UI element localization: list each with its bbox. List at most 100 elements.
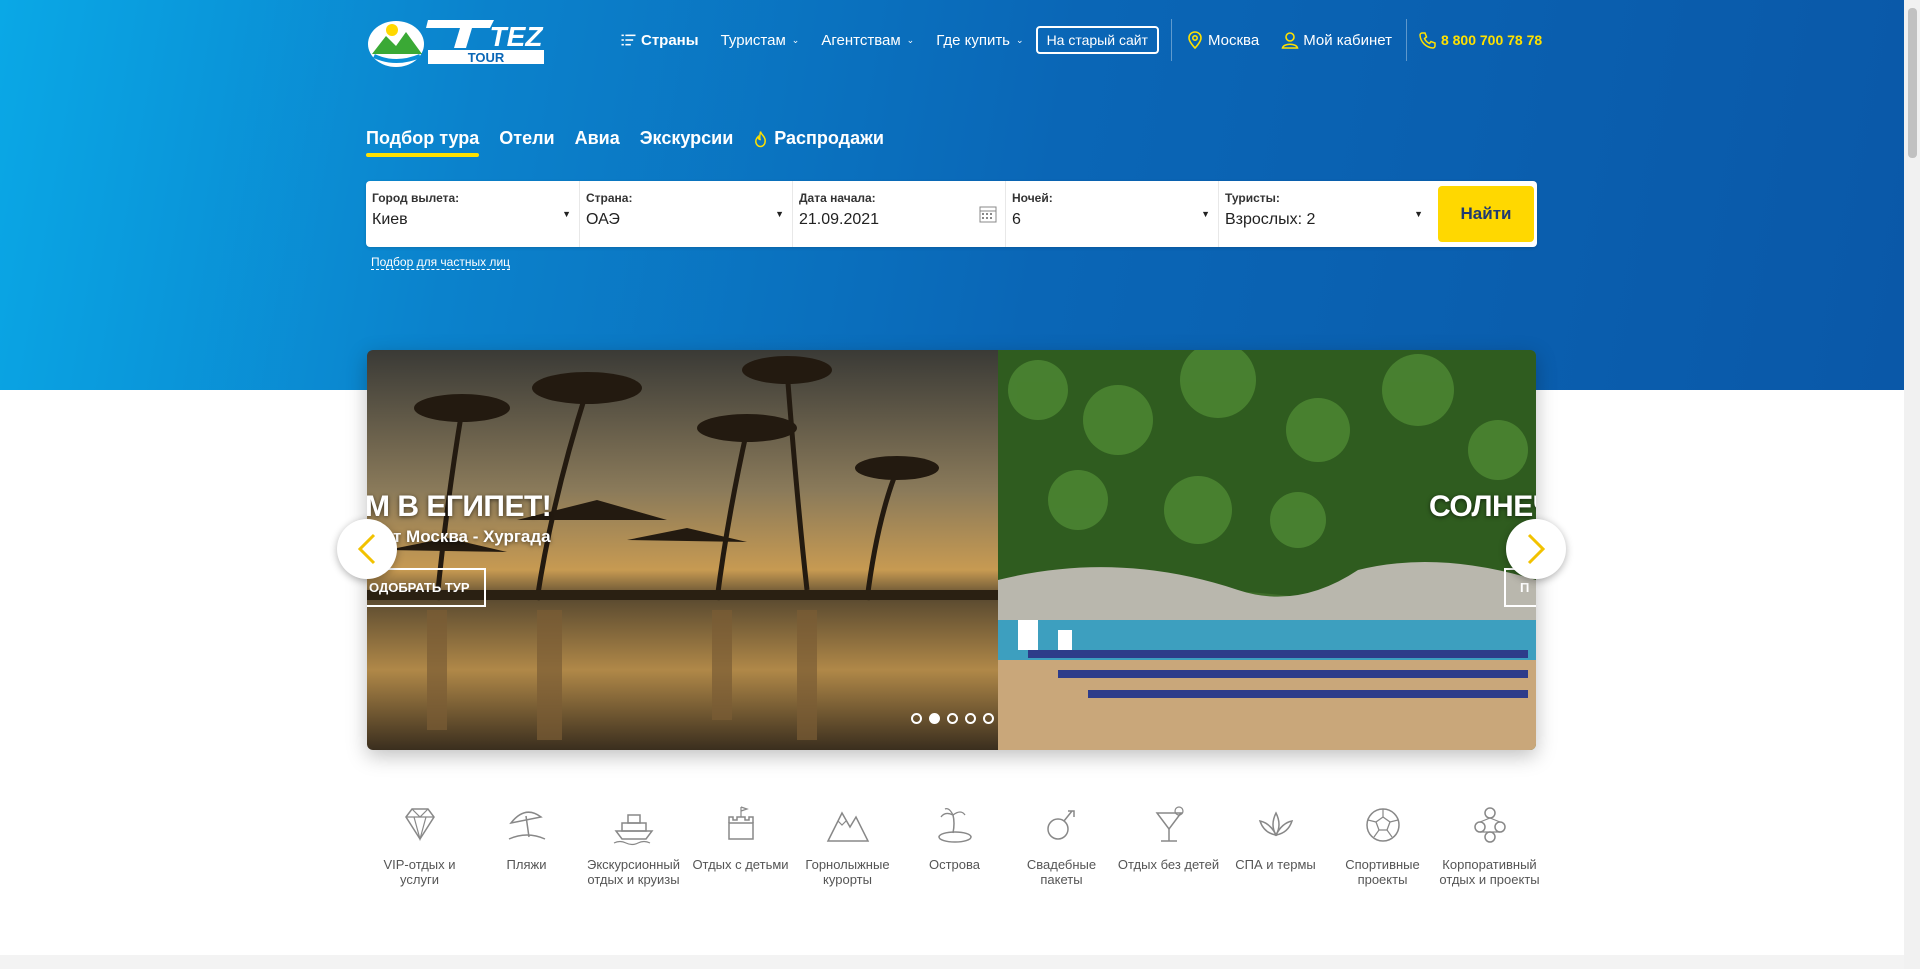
tour-search-form: Город вылета: Киев ▼ Страна: ОАЭ ▼ Дата … <box>366 181 1537 247</box>
caret-down-icon: ▼ <box>1201 209 1210 219</box>
country-select[interactable]: Страна: ОАЭ ▼ <box>579 181 792 247</box>
tourists-select[interactable]: Туристы: Взрослых: 2 ▼ <box>1218 181 1431 247</box>
category-vip[interactable]: VIP-отдых и услуги <box>366 803 473 887</box>
phone-number: 8 800 700 78 78 <box>1440 32 1543 48</box>
field-value: Киев <box>372 211 408 228</box>
category-label: Спортивные проекты <box>1345 857 1420 887</box>
location-pin-icon <box>1188 31 1202 49</box>
category-corporate[interactable]: Корпоративный отдых и проекты <box>1436 803 1543 887</box>
main-nav: Страны Туристам ⌄ Агентствам ⌄ Где купит… <box>620 19 1542 61</box>
nav-tourists[interactable]: Туристам ⌄ <box>721 32 800 49</box>
old-site-button[interactable]: На старый сайт <box>1035 26 1159 54</box>
category-label: Острова <box>928 857 981 872</box>
departure-city-select[interactable]: Город вылета: Киев ▼ <box>366 181 579 247</box>
field-label: Ночей: <box>1012 191 1053 205</box>
category-no-kids[interactable]: Отдых без детей <box>1115 803 1222 887</box>
slider-dot[interactable] <box>983 713 994 724</box>
divider <box>1170 19 1172 61</box>
nav-countries[interactable]: Страны <box>620 32 699 49</box>
field-label: Страна: <box>586 191 633 205</box>
svg-text:TEZ: TEZ <box>490 21 544 52</box>
category-excursions-cruises[interactable]: Экскурсионный отдых и круизы <box>580 803 687 887</box>
search-tabs: Подбор тура Отели Авиа Экскурсии Распрод… <box>366 128 884 157</box>
field-value: Взрослых: 2 <box>1225 211 1316 228</box>
slide-egypt[interactable]: М В ЕГИПЕТ! т Москва - Хургада ОДОБРАТЬ … <box>367 350 998 750</box>
slide-title: М В ЕГИПЕТ! <box>367 490 552 523</box>
chevron-down-icon: ⌄ <box>906 34 915 45</box>
phone-link[interactable]: 8 800 700 78 78 <box>1419 31 1542 49</box>
field-label: Город вылета: <box>372 191 460 205</box>
category-kids[interactable]: Отдых с детьми <box>687 803 794 887</box>
my-cabinet-link[interactable]: Мой кабинет <box>1281 31 1392 49</box>
chevron-right-icon <box>1527 533 1546 565</box>
tab-sales-label: Распродажи <box>774 128 884 148</box>
tab-avia[interactable]: Авиа <box>575 128 620 157</box>
caret-down-icon: ▼ <box>775 209 784 219</box>
slider-dots <box>911 713 994 724</box>
slider-dot[interactable] <box>947 713 958 724</box>
caret-down-icon: ▼ <box>1414 209 1423 219</box>
category-label: СПА и термы <box>1235 857 1316 872</box>
slide-select-tour-button[interactable]: ОДОБРАТЬ ТУР <box>367 568 486 607</box>
tab-tour-search[interactable]: Подбор тура <box>366 128 480 157</box>
category-spa[interactable]: СПА и термы <box>1222 803 1329 887</box>
caret-down-icon: ▼ <box>562 209 571 219</box>
tab-sales[interactable]: Распродажи <box>753 128 884 157</box>
category-wedding[interactable]: Свадебные пакеты <box>1008 803 1115 887</box>
categories-row: VIP-отдых и услуги Пляжи Экскурсионный о… <box>366 803 1543 887</box>
cocktail-icon <box>1155 806 1184 842</box>
category-label: Горнолыжные курорты <box>805 857 890 887</box>
svg-text:TOUR: TOUR <box>468 50 505 65</box>
scrollbar-thumb[interactable] <box>1908 8 1917 158</box>
slider-dot[interactable] <box>965 713 976 724</box>
slider-next-button[interactable] <box>1506 519 1566 579</box>
category-beaches[interactable]: Пляжи <box>473 803 580 887</box>
chevron-left-icon <box>357 533 376 565</box>
calendar-icon[interactable] <box>979 205 997 223</box>
slider-dot[interactable] <box>929 713 940 724</box>
nav-where-to-buy[interactable]: Где купить ⌄ <box>936 32 1023 49</box>
phone-icon <box>1419 32 1436 49</box>
lotus-icon <box>1258 811 1293 837</box>
wedding-icon <box>1046 810 1075 840</box>
slide-beach-image <box>998 350 1536 750</box>
field-value: 21.09.2021 <box>799 211 880 228</box>
nav-agencies-label: Агентствам <box>821 31 901 49</box>
my-cabinet-label: Мой кабинет <box>1303 31 1392 49</box>
diamond-icon <box>404 808 435 842</box>
sandcastle-icon <box>727 806 754 840</box>
nav-countries-label: Страны <box>641 31 699 49</box>
start-date-field[interactable]: Дата начала: 21.09.2021 <box>792 181 1005 247</box>
mountains-icon <box>826 811 869 842</box>
slide-subtitle: т Москва - Хургада <box>393 527 551 546</box>
private-search-link[interactable]: Подбор для частных лиц <box>371 255 511 270</box>
list-icon <box>621 34 636 46</box>
tab-excursions[interactable]: Экскурсии <box>640 128 734 157</box>
city-label: Москва <box>1207 31 1260 49</box>
user-icon <box>1281 32 1299 49</box>
category-label: VIP-отдых и услуги <box>383 857 456 887</box>
field-value: ОАЭ <box>586 211 620 228</box>
category-label: Отдых с детьми <box>692 857 789 872</box>
tez-tour-logo[interactable]: TOUR TEZ <box>366 14 544 68</box>
category-label: Корпоративный отдых и проекты <box>1439 857 1540 887</box>
nav-agencies[interactable]: Агентствам ⌄ <box>821 32 914 49</box>
category-ski-resorts[interactable]: Горнолыжные курорты <box>794 803 901 887</box>
category-islands[interactable]: Острова <box>901 803 1008 887</box>
find-button[interactable]: Найти <box>1438 186 1534 242</box>
slide-beach[interactable]: СОЛНЕЧ П <box>998 350 1536 750</box>
island-icon <box>937 807 972 843</box>
category-sport[interactable]: Спортивные проекты <box>1329 803 1436 887</box>
page-scrollbar[interactable] <box>1904 0 1920 969</box>
group-icon <box>1473 807 1506 843</box>
city-selector[interactable]: Москва <box>1186 31 1259 49</box>
nights-select[interactable]: Ночей: 6 ▼ <box>1005 181 1218 247</box>
tab-hotels[interactable]: Отели <box>499 128 554 157</box>
promo-slider: М В ЕГИПЕТ! т Москва - Хургада ОДОБРАТЬ … <box>367 350 1536 750</box>
divider <box>1405 19 1407 61</box>
slider-prev-button[interactable] <box>337 519 397 579</box>
slider-dot[interactable] <box>911 713 922 724</box>
site-header: TOUR TEZ Страны Туристам ⌄ Агентствам ⌄ … <box>0 0 1904 80</box>
soccer-ball-icon <box>1365 808 1400 842</box>
category-label: Свадебные пакеты <box>1026 857 1097 887</box>
